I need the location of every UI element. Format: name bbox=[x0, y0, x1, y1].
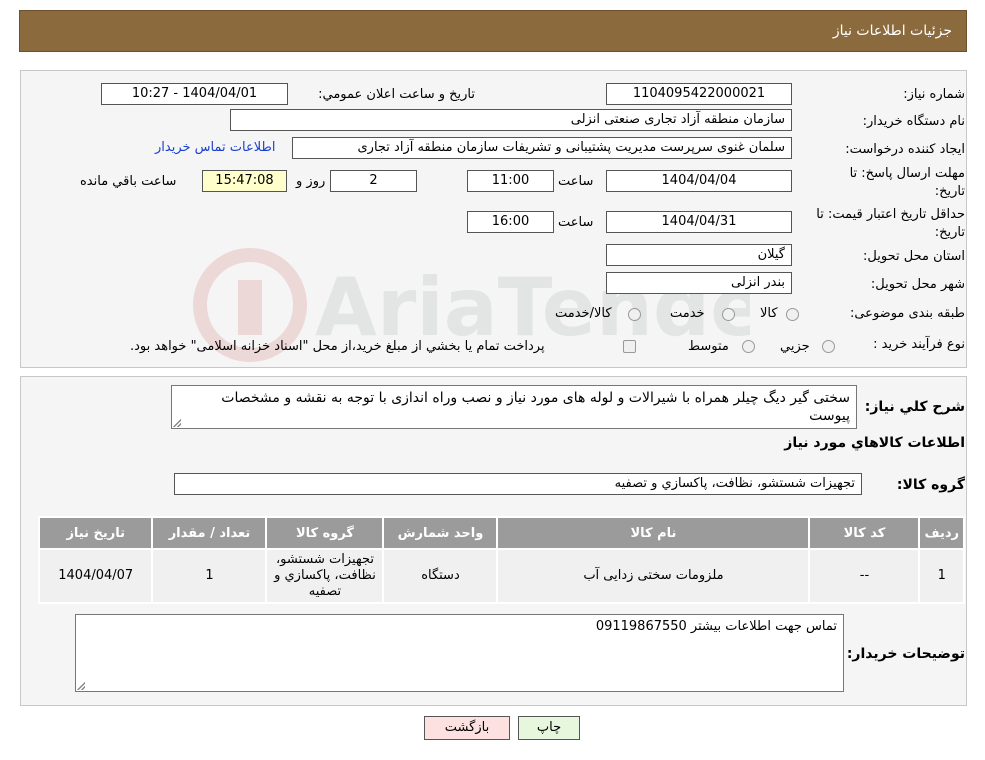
buyer-contact-link[interactable]: اطلاعات تماس خريدار bbox=[155, 140, 275, 155]
cell-group: تجهيزات شستشو، نظافت، پاكسازي و تصفيه bbox=[265, 548, 385, 604]
description-textarea: سختی گیر دیگ چیلر همراه با شیرالات و لول… bbox=[171, 385, 857, 429]
city-field: بندر انزلی bbox=[606, 272, 792, 294]
process-note: پرداخت تمام يا بخشي از مبلغ خريد،از محل … bbox=[130, 339, 545, 354]
cell-unit: دستگاه bbox=[382, 548, 499, 604]
process-option-minor: جزيي bbox=[780, 339, 810, 354]
col-row-header: رديف bbox=[918, 516, 965, 550]
category-option-both: کالا/خدمت bbox=[555, 306, 612, 321]
remaining-time-field: 15:47:08 bbox=[202, 170, 287, 192]
validity-time-field: 16:00 bbox=[467, 211, 554, 233]
cell-row: 1 bbox=[918, 548, 965, 604]
validity-time-label: ساعت bbox=[558, 215, 594, 230]
need-number-field: 1104095422000021 bbox=[606, 83, 792, 105]
goods-group-label: گروه كالا: bbox=[896, 477, 965, 493]
category-label: طبقه بندی موضوعی: bbox=[849, 306, 965, 321]
process-minor-radio[interactable] bbox=[822, 340, 835, 353]
category-option-goods: کالا bbox=[760, 306, 778, 321]
validity-label: حداقل تاريخ اعتبار قيمت: تا bbox=[816, 207, 965, 222]
col-date-header: تاريخ نياز bbox=[37, 516, 154, 550]
province-label: استان محل تحويل: bbox=[863, 249, 965, 264]
print-button[interactable]: چاپ bbox=[518, 716, 580, 740]
goods-group-field: تجهيزات شستشو، نظافت، پاكسازي و تصفيه bbox=[174, 473, 862, 495]
province-field: گيلان bbox=[606, 244, 792, 266]
days-field: 2 bbox=[330, 170, 417, 192]
col-code-header: كد كالا bbox=[808, 516, 921, 550]
buyer-org-label: نام دستگاه خريدار: bbox=[862, 114, 965, 129]
validity-label-date: تاریخ: bbox=[934, 225, 965, 240]
validity-date-field: 1404/04/31 bbox=[606, 211, 792, 233]
process-option-medium: متوسط bbox=[688, 339, 729, 354]
deadline-date-field: 1404/04/04 bbox=[606, 170, 792, 192]
col-unit-header: واحد شمارش bbox=[382, 516, 499, 550]
table-header-row: رديف كد كالا نام كالا واحد شمارش گروه كا… bbox=[37, 516, 965, 550]
description-label: شرح كلي نياز: bbox=[864, 399, 965, 415]
announce-date-label: تاریخ و ساعت اعلان عمومي: bbox=[318, 87, 475, 102]
cell-date: 1404/04/07 bbox=[37, 548, 154, 604]
cell-code: -- bbox=[808, 548, 921, 604]
process-type-label: نوع فرآيند خريد : bbox=[873, 337, 965, 352]
cell-name: ملزومات سختی زدایی آب bbox=[496, 548, 811, 604]
goods-table: رديف كد كالا نام كالا واحد شمارش گروه كا… bbox=[37, 516, 965, 604]
deadline-time-label: ساعت bbox=[558, 174, 594, 189]
page-header: جزئیات اطلاعات نیاز bbox=[19, 10, 967, 52]
creator-field: سلمان غنوی سرپرست مدیریت پشتیبانی و تشری… bbox=[292, 137, 792, 159]
deadline-time-field: 11:00 bbox=[467, 170, 554, 192]
back-button[interactable]: بازگشت bbox=[424, 716, 510, 740]
goods-section-title: اطلاعات كالاهاي مورد نياز bbox=[784, 435, 965, 451]
remaining-time-label: ساعت باقي مانده bbox=[80, 174, 177, 189]
announce-date-field: 1404/04/01 - 10:27 bbox=[101, 83, 288, 105]
days-label: روز و bbox=[296, 174, 326, 189]
buyer-org-field: سازمان منطقه آزاد تجاری صنعتی انزلی bbox=[230, 109, 792, 131]
need-number-label: شماره نیاز: bbox=[903, 87, 965, 102]
creator-label: ايجاد كننده درخواست: bbox=[845, 142, 965, 157]
buyer-notes-textarea: تماس جهت اطلاعات بیشتر 09119867550 bbox=[75, 614, 844, 692]
process-treasury-checkbox[interactable] bbox=[623, 340, 636, 353]
resize-grip-icon[interactable] bbox=[77, 682, 85, 690]
buyer-notes-label: توضيحات خريدار: bbox=[846, 646, 965, 662]
col-qty-header: تعداد / مقدار bbox=[151, 516, 268, 550]
col-group-header: گروه كالا bbox=[265, 516, 385, 550]
deadline-label: مهلت ارسال پاسخ: تا bbox=[849, 166, 965, 181]
table-row: 1 -- ملزومات سختی زدایی آب دستگاه تجهيزا… bbox=[37, 548, 965, 604]
col-name-header: نام كالا bbox=[496, 516, 811, 550]
category-service-radio[interactable] bbox=[722, 308, 735, 321]
category-goods-radio[interactable] bbox=[786, 308, 799, 321]
deadline-label-date: تاریخ: bbox=[934, 184, 965, 199]
process-medium-radio[interactable] bbox=[742, 340, 755, 353]
cell-qty: 1 bbox=[151, 548, 268, 604]
page-title: جزئیات اطلاعات نیاز bbox=[832, 23, 952, 39]
category-option-service: خدمت bbox=[670, 306, 705, 321]
resize-grip-icon[interactable] bbox=[173, 419, 181, 427]
category-both-radio[interactable] bbox=[628, 308, 641, 321]
city-label: شهر محل تحويل: bbox=[870, 277, 965, 292]
